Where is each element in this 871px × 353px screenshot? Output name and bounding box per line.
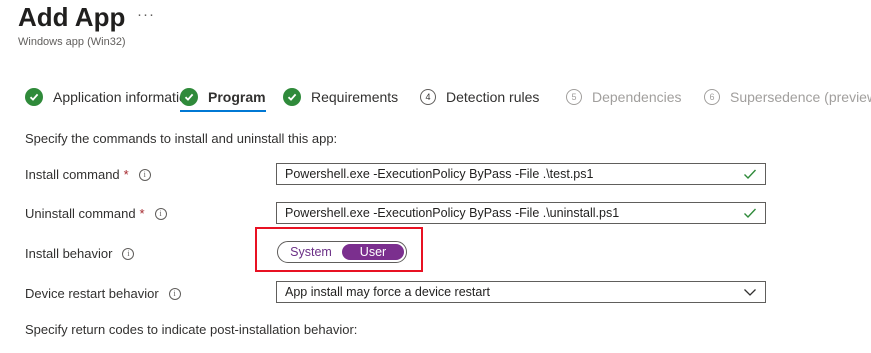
return-codes-intro: Specify return codes to indicate post-in… bbox=[25, 322, 358, 337]
uninstall-command-field[interactable]: Powershell.exe -ExecutionPolicy ByPass -… bbox=[276, 202, 766, 224]
checkmark-icon bbox=[743, 168, 759, 180]
info-icon[interactable]: i bbox=[122, 247, 135, 260]
commands-intro: Specify the commands to install and unin… bbox=[25, 131, 338, 146]
check-circle-icon bbox=[180, 88, 198, 106]
check-circle-icon bbox=[25, 88, 43, 106]
restart-behavior-label: Device restart behavior bbox=[25, 286, 159, 301]
tab-detection-rules[interactable]: 4 Detection rules bbox=[420, 86, 539, 108]
tab-dependencies[interactable]: 5 Dependencies bbox=[566, 86, 682, 108]
install-command-value: Powershell.exe -ExecutionPolicy ByPass -… bbox=[285, 167, 594, 181]
restart-behavior-dropdown[interactable]: App install may force a device restart bbox=[276, 281, 766, 303]
step-number-icon: 4 bbox=[420, 89, 436, 105]
more-options-button[interactable]: ··· bbox=[137, 6, 155, 23]
info-icon[interactable]: i bbox=[168, 287, 181, 300]
step-number-icon: 6 bbox=[704, 89, 720, 105]
required-marker: * bbox=[139, 206, 145, 221]
tab-requirements[interactable]: Requirements bbox=[283, 86, 398, 108]
restart-behavior-label-row: Device restart behavior i bbox=[25, 286, 181, 301]
checkmark-icon bbox=[743, 207, 759, 219]
page-subtitle: Windows app (Win32) bbox=[18, 36, 126, 48]
tab-label: Dependencies bbox=[592, 89, 682, 105]
tab-label: Application information bbox=[53, 89, 195, 105]
info-icon[interactable]: i bbox=[138, 168, 151, 181]
info-icon[interactable]: i bbox=[154, 207, 167, 220]
install-behavior-system-option[interactable]: System bbox=[282, 244, 340, 260]
tab-supersedence[interactable]: 6 Supersedence (preview) bbox=[704, 86, 871, 108]
tab-program[interactable]: Program bbox=[180, 86, 266, 112]
check-circle-icon bbox=[283, 88, 301, 106]
required-marker: * bbox=[123, 167, 129, 182]
restart-behavior-value: App install may force a device restart bbox=[285, 285, 490, 299]
install-behavior-label: Install behavior bbox=[25, 246, 113, 261]
install-command-label-row: Install command * i bbox=[25, 167, 151, 182]
uninstall-command-label-row: Uninstall command * i bbox=[25, 206, 167, 221]
install-command-label: Install command bbox=[25, 167, 120, 182]
tab-label: Supersedence (preview) bbox=[730, 89, 871, 105]
install-behavior-user-option[interactable]: User bbox=[342, 244, 404, 260]
uninstall-command-label: Uninstall command bbox=[25, 206, 136, 221]
install-behavior-label-row: Install behavior i bbox=[25, 246, 135, 261]
tab-label: Requirements bbox=[311, 89, 399, 105]
tab-label: Detection rules bbox=[446, 89, 540, 105]
tab-label: Program bbox=[208, 89, 266, 105]
uninstall-command-value: Powershell.exe -ExecutionPolicy ByPass -… bbox=[285, 206, 620, 220]
install-behavior-toggle[interactable]: System User bbox=[277, 241, 407, 263]
tab-app-information[interactable]: Application information bbox=[25, 86, 195, 108]
page-title: Add App bbox=[18, 2, 126, 32]
chevron-down-icon bbox=[743, 287, 759, 297]
step-number-icon: 5 bbox=[566, 89, 582, 105]
install-command-field[interactable]: Powershell.exe -ExecutionPolicy ByPass -… bbox=[276, 163, 766, 185]
